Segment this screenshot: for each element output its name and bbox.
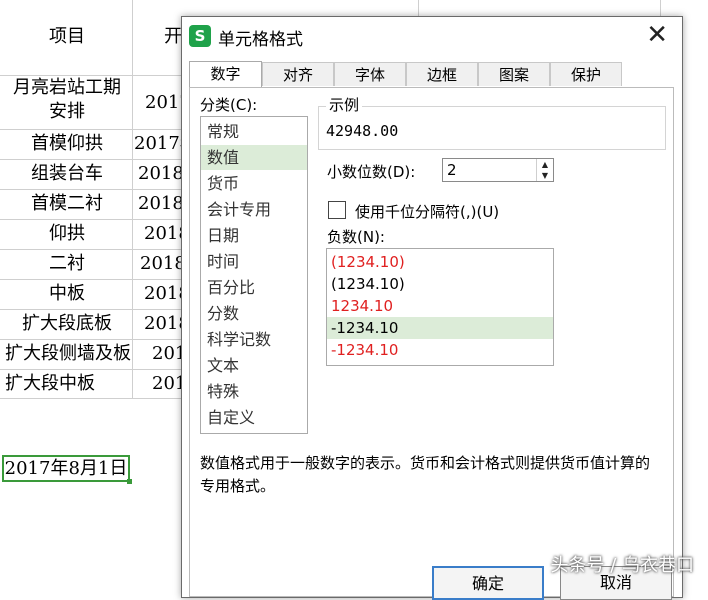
cell-row-6-name[interactable]: 二衬	[3, 249, 131, 279]
negative-option[interactable]: (1234.10)	[327, 273, 553, 295]
negative-numbers-list[interactable]: (1234.10) (1234.10) 1234.10 -1234.10 -12…	[326, 248, 554, 366]
cell-row-10-name[interactable]: 扩大段中板	[5, 369, 133, 399]
cell-row-8-name[interactable]: 扩大段底板	[3, 309, 131, 339]
tab-pattern[interactable]: 图案	[478, 62, 550, 86]
decimal-places-stepper[interactable]: 2 ▲ ▼	[442, 158, 554, 182]
ok-button[interactable]: 确定	[432, 566, 544, 600]
cell-row-2-name[interactable]: 首模仰拱	[3, 129, 131, 159]
close-icon[interactable]: ✕	[646, 21, 668, 49]
category-list[interactable]: 常规 数值 货币 会计专用 日期 时间 百分比 分数 科学记数 文本 特殊 自定…	[200, 116, 308, 434]
cell-row-2-date[interactable]: 2017年	[134, 129, 186, 159]
selected-cell[interactable]: 2017年8月1日	[2, 455, 130, 482]
dialog-title: 单元格格式	[218, 30, 303, 50]
thousands-separator-checkbox[interactable]	[328, 201, 346, 219]
tab-border[interactable]: 边框	[406, 62, 478, 86]
tab-number[interactable]: 数字	[189, 61, 262, 87]
category-item[interactable]: 科学记数	[201, 327, 307, 352]
category-item[interactable]: 分数	[201, 301, 307, 326]
cell-row-1-name[interactable]: 月亮岩站工期安排	[3, 76, 131, 128]
category-item[interactable]: 文本	[201, 353, 307, 378]
cell-row-7-name[interactable]: 中板	[3, 279, 131, 309]
category-label: 分类(C):	[200, 96, 258, 114]
wps-logo-icon: S	[189, 25, 211, 47]
fill-handle[interactable]	[127, 479, 132, 484]
category-item[interactable]: 特殊	[201, 379, 307, 404]
stepper-up-icon[interactable]: ▲	[537, 159, 553, 170]
category-item[interactable]: 百分比	[201, 275, 307, 300]
stepper-buttons: ▲ ▼	[536, 159, 553, 181]
tab-protection[interactable]: 保护	[550, 62, 622, 86]
category-item[interactable]: 常规	[201, 119, 307, 144]
negative-option-selected[interactable]: -1234.10	[327, 317, 553, 339]
number-tab-panel: 分类(C): 常规 数值 货币 会计专用 日期 时间 百分比 分数 科学记数 文…	[189, 87, 674, 600]
negative-numbers-label: 负数(N):	[327, 228, 385, 246]
category-item[interactable]: 货币	[201, 171, 307, 196]
negative-option[interactable]: -1234.10	[327, 339, 553, 361]
decimal-places-value[interactable]: 2	[447, 161, 457, 179]
dialog-titlebar[interactable]: S 单元格格式 ✕	[182, 17, 682, 57]
category-item-selected[interactable]: 数值	[201, 145, 307, 170]
category-item[interactable]: 日期	[201, 223, 307, 248]
format-description: 数值格式用于一般数字的表示。货币和会计格式则提供货币值计算的专用格式。	[200, 454, 651, 495]
decimal-places-label: 小数位数(D):	[327, 163, 416, 181]
watermark: 头条号 / 乌衣巷口	[550, 555, 694, 576]
format-cells-dialog: S 单元格格式 ✕ 数字 对齐 字体 边框 图案 保护 分类(C): 常规 数值…	[181, 16, 683, 600]
cell-header-project[interactable]: 项目	[3, 22, 131, 52]
category-item[interactable]: 自定义	[201, 405, 307, 430]
category-item[interactable]: 会计专用	[201, 197, 307, 222]
category-item[interactable]: 时间	[201, 249, 307, 274]
negative-option[interactable]: 1234.10	[327, 295, 553, 317]
cell-row-4-name[interactable]: 首模二衬	[3, 189, 131, 219]
sample-value: 42948.00	[326, 122, 399, 140]
tab-font[interactable]: 字体	[334, 62, 406, 86]
cell-row-5-name[interactable]: 仰拱	[3, 219, 131, 249]
thousands-separator-label[interactable]: 使用千位分隔符(,)(U)	[355, 201, 499, 222]
tab-alignment[interactable]: 对齐	[262, 62, 334, 86]
negative-option[interactable]: (1234.10)	[327, 251, 553, 273]
stepper-down-icon[interactable]: ▼	[537, 170, 553, 181]
cell-row-9-name[interactable]: 扩大段侧墙及板	[5, 339, 133, 369]
cell-row-3-name[interactable]: 组装台车	[3, 159, 131, 189]
sample-label: 示例	[326, 94, 363, 115]
